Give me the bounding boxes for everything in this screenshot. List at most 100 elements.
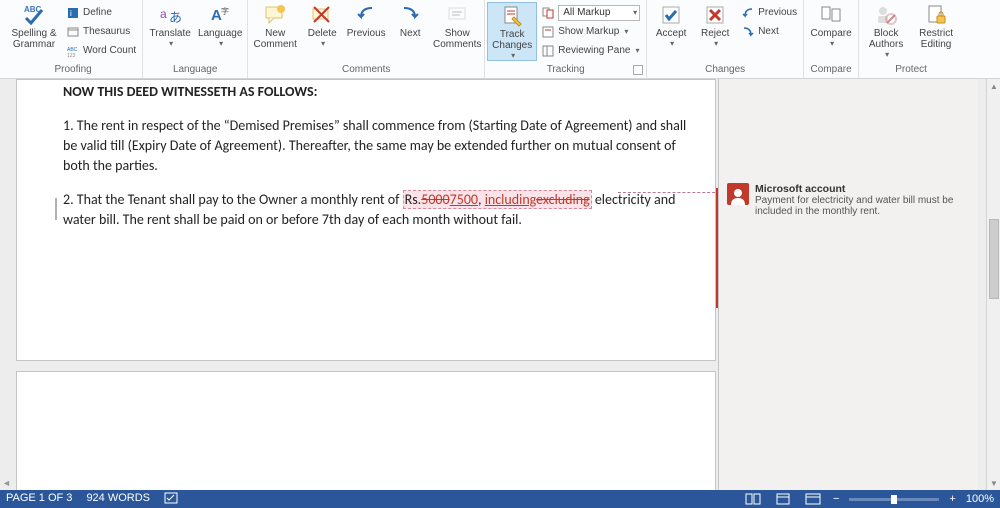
paragraph-1: 1. The rent in respect of the “Demised P…: [63, 116, 695, 176]
hscroll-left-icon[interactable]: ◄: [2, 478, 11, 488]
define-icon: i: [66, 6, 80, 20]
language-icon: A字: [209, 4, 231, 26]
paragraph-2: 2. That the Tenant shall pay to the Owne…: [63, 190, 695, 230]
new-comment-button[interactable]: New Comment: [250, 2, 300, 50]
display-for-review-combo[interactable]: All Markup ▾: [539, 4, 642, 21]
comment-card[interactable]: Microsoft account Payment for electricit…: [727, 183, 968, 217]
translate-label: Translate: [150, 28, 191, 39]
block-authors-button: Block Authors ▾: [861, 2, 911, 59]
next-change-button[interactable]: Next: [739, 23, 799, 40]
reviewing-pane-icon: [541, 44, 555, 58]
scroll-down-icon[interactable]: ▼: [987, 476, 1000, 490]
next-change-label: Next: [758, 26, 779, 37]
track-changes-label: Track Changes: [492, 29, 532, 51]
spelling-icon: ABC: [23, 4, 45, 26]
tracked-change-region[interactable]: Rs.50007500, includingexcluding: [403, 190, 592, 209]
markup-icon: [541, 6, 555, 20]
proofing-status-icon[interactable]: [164, 492, 178, 507]
thesaurus-icon: [66, 25, 80, 39]
para2-currency: Rs.: [405, 191, 422, 208]
define-label: Define: [83, 7, 112, 18]
group-label-language: Language: [145, 62, 245, 78]
language-label: Language: [198, 28, 243, 39]
zoom-in-button[interactable]: +: [949, 493, 955, 505]
previous-change-button[interactable]: Previous: [739, 4, 799, 21]
block-authors-label: Block Authors: [869, 28, 903, 50]
chevron-down-icon: ▾: [635, 46, 639, 55]
page-2[interactable]: 2. That the Tenant shall pay to the Owne…: [16, 371, 716, 490]
show-comments-label: Show Comments: [433, 28, 481, 50]
track-changes-button[interactable]: Track Changes ▾: [487, 2, 537, 61]
word-count-indicator[interactable]: 924 WORDS: [86, 492, 150, 507]
language-button[interactable]: A字 Language ▾: [195, 2, 245, 48]
spelling-grammar-button[interactable]: ABC Spelling & Grammar: [6, 2, 62, 50]
show-markup-icon: [541, 25, 555, 39]
next-comment-label: Next: [400, 28, 421, 39]
define-button[interactable]: i Define: [64, 4, 138, 21]
previous-icon: [741, 6, 755, 20]
vertical-scrollbar[interactable]: ▲ ▼: [986, 79, 1000, 490]
compare-button[interactable]: Compare ▾: [806, 2, 856, 48]
para2-pre: 2. That the Tenant shall pay to the Owne…: [63, 191, 403, 208]
zoom-level[interactable]: 100%: [966, 493, 994, 505]
svg-text:あ: あ: [169, 10, 181, 25]
reviewing-pane-button[interactable]: Reviewing Pane ▾: [539, 42, 642, 59]
compare-icon: [820, 4, 842, 26]
reject-button[interactable]: Reject ▾: [693, 2, 737, 48]
chevron-down-icon: ▾: [219, 39, 223, 48]
accept-label: Accept: [656, 28, 687, 39]
comment-connector-line: [618, 192, 730, 193]
thesaurus-button[interactable]: Thesaurus: [64, 23, 138, 40]
chevron-down-icon: ▾: [830, 39, 834, 48]
show-markup-button[interactable]: Show Markup ▾: [539, 23, 642, 40]
chevron-down-icon: ▾: [321, 39, 325, 48]
group-label-comments: Comments: [250, 62, 482, 78]
translate-button[interactable]: aあ Translate ▾: [145, 2, 195, 48]
page-1[interactable]: NOW THIS DEED WITNESSETH AS FOLLOWS: 1. …: [16, 79, 716, 361]
previous-comment-label: Previous: [347, 28, 386, 39]
zoom-slider[interactable]: [849, 498, 939, 501]
next-icon: [399, 4, 421, 26]
chevron-down-icon: ▾: [511, 51, 515, 60]
delete-comment-button[interactable]: Delete ▾: [300, 2, 344, 48]
scrollbar-thumb[interactable]: [989, 219, 999, 299]
next-comment-button[interactable]: Next: [388, 2, 432, 39]
group-label-changes: Changes: [649, 62, 801, 78]
print-layout-icon[interactable]: [773, 492, 793, 506]
web-layout-icon[interactable]: [803, 492, 823, 506]
group-language: aあ Translate ▾ A字 Language ▾ Language: [143, 0, 248, 78]
scroll-up-icon[interactable]: ▲: [987, 79, 1000, 93]
reviewing-pane-label: Reviewing Pane: [558, 45, 630, 56]
show-comments-button: Show Comments: [432, 2, 482, 50]
chevron-down-icon: ▾: [714, 39, 718, 48]
accept-button[interactable]: Accept ▾: [649, 2, 693, 48]
word-count-button[interactable]: ABC123 Word Count: [64, 42, 138, 59]
zoom-out-button[interactable]: −: [833, 493, 839, 505]
read-mode-icon[interactable]: [743, 492, 763, 506]
previous-icon: [355, 4, 377, 26]
spelling-grammar-label: Spelling & Grammar: [11, 28, 56, 50]
track-changes-icon: [501, 5, 523, 27]
comment-author: Microsoft account: [755, 183, 968, 195]
group-proofing: ABC Spelling & Grammar i Define Thesauru…: [4, 0, 143, 78]
group-label-compare: Compare: [806, 62, 856, 78]
revision-bar: [55, 198, 57, 220]
restrict-editing-label: Restrict Editing: [919, 28, 953, 50]
deleted-word: excluding: [536, 191, 590, 208]
zoom-slider-thumb[interactable]: [891, 495, 897, 504]
previous-comment-button[interactable]: Previous: [344, 2, 388, 39]
restrict-editing-button[interactable]: Restrict Editing: [911, 2, 961, 50]
group-label-tracking: Tracking: [487, 62, 644, 78]
accept-icon: [660, 4, 682, 26]
show-comments-icon: [446, 4, 468, 26]
block-authors-icon: [875, 4, 897, 26]
page-indicator[interactable]: PAGE 1 OF 3: [6, 492, 72, 507]
previous-change-label: Previous: [758, 7, 797, 18]
thesaurus-label: Thesaurus: [83, 26, 130, 37]
para2-comma: ,: [478, 191, 485, 208]
dialog-launcher-tracking[interactable]: [633, 65, 643, 75]
group-changes: Accept ▾ Reject ▾ Previous Next: [647, 0, 804, 78]
group-protect: Block Authors ▾ Restrict Editing Protect: [859, 0, 963, 78]
group-compare: Compare ▾ Compare: [804, 0, 859, 78]
inserted-word: including: [485, 191, 536, 208]
